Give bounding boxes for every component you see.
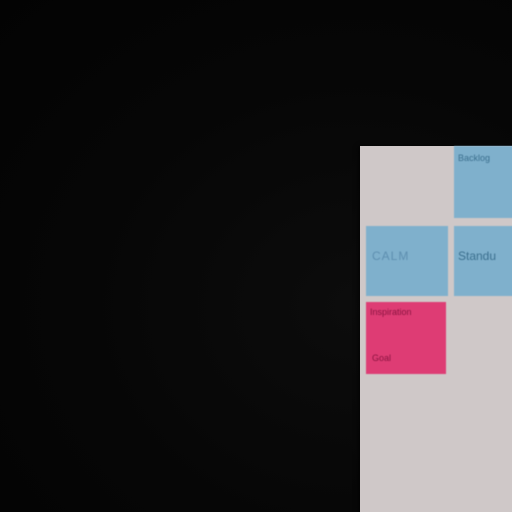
paper-board: Backlog CALM Standu Inspiration Goal bbox=[360, 146, 512, 512]
note-label: Standu bbox=[458, 249, 497, 263]
note-label: Inspiration bbox=[370, 307, 412, 317]
note-label: Backlog bbox=[458, 153, 491, 163]
note-label: Goal bbox=[372, 353, 392, 363]
sticky-note-blue: Standu bbox=[454, 226, 512, 296]
sticky-note-blue: CALM bbox=[366, 226, 448, 296]
sticky-note-blue: Backlog bbox=[454, 146, 512, 218]
sticky-note-pink: Inspiration Goal bbox=[366, 302, 446, 374]
photo-scene: Backlog CALM Standu Inspiration Goal bbox=[0, 0, 512, 512]
note-label: CALM bbox=[372, 249, 410, 263]
